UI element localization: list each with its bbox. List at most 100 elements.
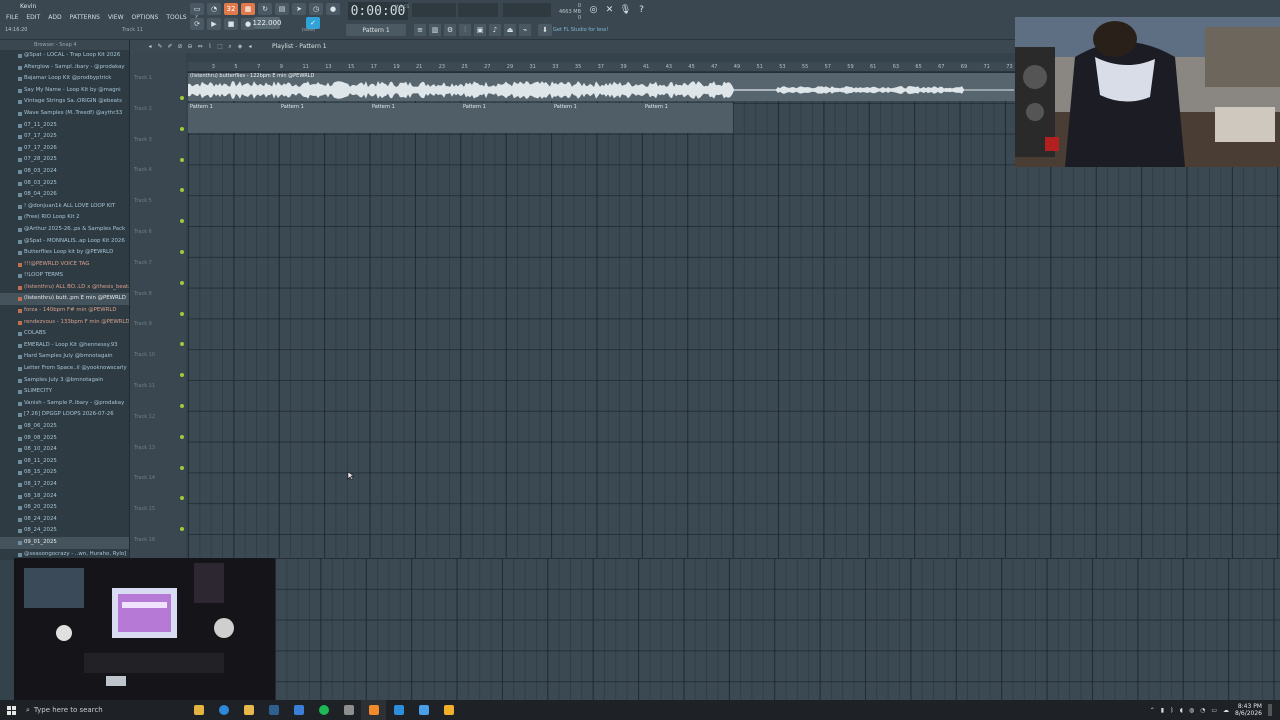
stop-icon[interactable]: ■ — [224, 18, 238, 30]
close-x-icon[interactable]: ✕ — [604, 4, 615, 15]
taskbar-fl-studio[interactable] — [361, 700, 386, 720]
system-clock[interactable]: 8:43 PM 8/6/2026 — [1235, 703, 1262, 717]
tray-cloud-icon[interactable]: ☁ — [1223, 707, 1229, 714]
pattern-clip[interactable]: Pattern 1 — [281, 104, 304, 110]
browser-item[interactable]: 08_03_2024 — [0, 166, 129, 178]
taskbar-app-window[interactable] — [411, 700, 436, 720]
cpu-icon[interactable]: ◎ — [588, 4, 599, 15]
slice-icon[interactable]: ⌇ — [206, 42, 214, 51]
track-label[interactable]: Track 12 — [134, 414, 155, 420]
play-icon[interactable]: ▶ — [207, 18, 221, 30]
download-icon[interactable]: ⬇ — [538, 24, 552, 36]
taskbar-steam[interactable] — [261, 700, 286, 720]
browser-item[interactable]: (listenthru) ALL BO..LD x @thesis_beatz — [0, 282, 129, 294]
track-mute-indicator[interactable] — [180, 250, 184, 254]
track-mute-indicator[interactable] — [180, 126, 184, 131]
taskbar-widgets[interactable] — [186, 700, 211, 720]
pattern-selector[interactable]: Pattern 1 — [346, 24, 406, 36]
piano-roll-icon[interactable]: ▥ — [429, 24, 441, 36]
browser-item[interactable]: 08_03_2025 — [0, 178, 129, 190]
track-mute-indicator[interactable] — [180, 465, 184, 470]
tray-volume-icon[interactable]: ◖ — [1180, 707, 1183, 714]
browser-item[interactable]: 08_11_2025 — [0, 456, 129, 468]
paint-icon[interactable]: ✐ — [166, 42, 174, 51]
taskbar-search[interactable]: ⌕ Type here to search — [26, 703, 146, 717]
track-mute-indicator[interactable] — [180, 280, 184, 285]
menu-patterns[interactable]: PATTERNS — [68, 13, 102, 22]
tray-bluetooth-icon[interactable]: ᛒ — [1170, 707, 1174, 714]
browser-item[interactable]: 08_08_2025 — [0, 433, 129, 445]
record-mode-icon[interactable]: 32 — [224, 3, 238, 15]
track-label[interactable]: Track 8 — [134, 291, 152, 297]
browser-item[interactable]: Say My Name - Loop Kit by @magni — [0, 85, 129, 97]
browser-item[interactable]: [7.26] DPGGP LOOPS 2026-07-26 — [0, 409, 129, 421]
track-mute-indicator[interactable] — [180, 434, 184, 439]
browser-item[interactable]: 08_18_2024 — [0, 491, 129, 503]
browser-item[interactable]: 08_15_2025 — [0, 467, 129, 479]
pattern-clip[interactable]: Pattern 1 — [554, 104, 577, 110]
browser-item[interactable]: EMERALD - Loop Kit @hennessy.93 — [0, 340, 129, 352]
metronome-icon[interactable]: ◔ — [207, 3, 221, 15]
snap-icon[interactable]: ➤ — [292, 3, 306, 15]
taskbar-app-blue[interactable] — [286, 700, 311, 720]
mute-icon[interactable]: ⊖ — [186, 42, 194, 51]
browser-item[interactable]: 08_24_2024 — [0, 514, 129, 526]
pattern-clip[interactable]: Pattern 1 — [190, 104, 213, 110]
slip-icon[interactable]: ⇔ — [196, 42, 204, 51]
browser-item[interactable]: 08_04_2026 — [0, 189, 129, 201]
browser-item[interactable]: @Spat - MONNALIS..ap Loop Kit 2026 — [0, 236, 129, 248]
browser-item[interactable]: @Spat - LOCAL - Trap Loop Kit 2026 — [0, 50, 129, 62]
track-mute-indicator[interactable] — [180, 404, 184, 408]
browser-item[interactable]: SLIMECITY — [0, 386, 129, 398]
master-pitch[interactable] — [412, 3, 456, 17]
track-mute-indicator[interactable] — [180, 311, 184, 316]
browser-item[interactable]: 08_20_2025 — [0, 502, 129, 514]
tray-network-icon[interactable]: ▮ — [1161, 707, 1164, 714]
track-label[interactable]: Track 14 — [134, 475, 155, 481]
browser-item[interactable]: 07_17_2025 — [0, 131, 129, 143]
taskbar-spotify[interactable] — [311, 700, 336, 720]
tempo-field[interactable]: 122.000 — [253, 17, 281, 29]
zoom-icon[interactable]: ⌕ — [226, 42, 234, 51]
playlist-icon[interactable]: ≡ — [414, 24, 426, 36]
taskbar-edge[interactable] — [211, 700, 236, 720]
browser-item[interactable]: Hard Samples July @bmnotagain — [0, 351, 129, 363]
track-label[interactable]: Track 3 — [134, 137, 152, 143]
browser-item[interactable]: 08_17_2024 — [0, 479, 129, 491]
step-edit-icon[interactable]: ▦ — [241, 3, 255, 15]
pattern-clip[interactable]: Pattern 1 — [463, 104, 486, 110]
browser-item[interactable]: 07_28_2025 — [0, 154, 129, 166]
track-label[interactable]: Track 16 — [134, 537, 155, 543]
tray-battery-icon[interactable]: ▭ — [1211, 707, 1217, 714]
master-volume-icon[interactable]: ● — [326, 3, 340, 15]
plugin-icon[interactable]: ♪ — [489, 24, 501, 36]
taskbar-vscode[interactable] — [386, 700, 411, 720]
browser-item[interactable]: rendezvous - 133bpm F min @PEWRLD — [0, 317, 129, 329]
browser-item[interactable]: Wave Samples (M..Treedf) @aythr33 — [0, 108, 129, 120]
tray-chevron-icon[interactable]: ⌃ — [1150, 707, 1155, 714]
menu-options[interactable]: OPTIONS — [130, 13, 161, 22]
browser-item[interactable]: (Free) RIO Loop Kit 2 — [0, 212, 129, 224]
taskbar-explorer[interactable] — [236, 700, 261, 720]
track-label[interactable]: Track 4 — [134, 167, 152, 173]
browser-item[interactable]: 07_11_2025 — [0, 120, 129, 132]
track-label[interactable]: Track 13 — [134, 445, 155, 451]
link-icon[interactable]: ⌁ — [519, 24, 531, 36]
track-label[interactable]: Track 1 — [134, 75, 152, 81]
start-button[interactable] — [0, 700, 22, 720]
browser-item[interactable]: Vintage Strings Sa..ORIGIN @ebeats — [0, 96, 129, 108]
track-label[interactable]: Track 7 — [134, 260, 152, 266]
speaker-icon[interactable]: ◂ — [246, 42, 254, 51]
browser-icon[interactable]: ▣ — [474, 24, 486, 36]
track-label[interactable]: Track 6 — [134, 229, 152, 235]
show-desktop-button[interactable] — [1268, 704, 1272, 716]
browser-item[interactable]: 09_01_2025 — [0, 536, 129, 549]
help-icon[interactable]: ? — [636, 4, 647, 15]
microphone-icon[interactable]: 🎙 — [620, 4, 631, 15]
pencil-icon[interactable]: ✎ — [156, 42, 164, 51]
browser-item[interactable]: 08_10_2024 — [0, 444, 129, 456]
delete-icon[interactable]: ⊘ — [176, 42, 184, 51]
browser-item[interactable]: Vanish - Sample P..ibary - @prodakay — [0, 398, 129, 410]
arrow-icon[interactable]: ◂ — [146, 42, 154, 51]
news-ticker[interactable]: Get FL Studio for less! — [553, 27, 608, 33]
